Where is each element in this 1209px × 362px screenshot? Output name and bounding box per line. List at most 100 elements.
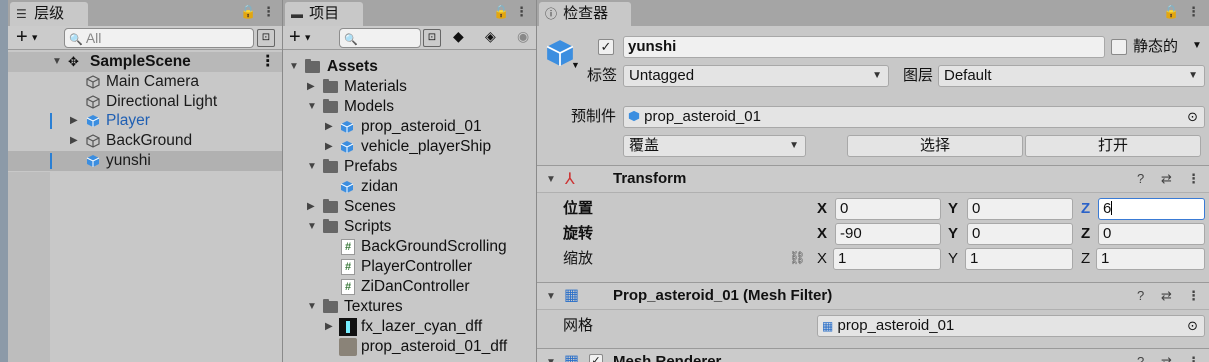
- tab-project[interactable]: ▬ 项目: [285, 2, 363, 26]
- transform-header[interactable]: ▼ ⅄ Transform ? ⇄ ⋮: [537, 165, 1209, 193]
- object-name-field[interactable]: yunshi: [623, 36, 1105, 58]
- mesh-renderer-header[interactable]: ▼ ▦ ✓ Mesh Renderer ? ⇄ ⋮: [537, 348, 1209, 362]
- tag-dropdown[interactable]: Untagged ▼: [623, 65, 889, 87]
- hierarchy-item-selected[interactable]: yunshi: [8, 151, 282, 171]
- hierarchy-item[interactable]: Main Camera: [8, 72, 282, 92]
- tab-hierarchy[interactable]: ☰ 层级: [10, 2, 88, 26]
- expand-arrow-icon[interactable]: ▼: [289, 57, 299, 77]
- component-help-icon[interactable]: ?: [1137, 171, 1152, 186]
- component-help-icon[interactable]: ?: [1137, 354, 1152, 362]
- more-options-icon[interactable]: ⋮: [1187, 4, 1200, 20]
- prefab-field[interactable]: prop_asteroid_01 ⊙: [623, 106, 1205, 128]
- mesh-renderer-enabled-checkbox[interactable]: ✓: [589, 354, 603, 362]
- collapse-arrow-icon[interactable]: ▶: [70, 131, 78, 151]
- create-button[interactable]: + ▼: [289, 26, 312, 49]
- position-y-label[interactable]: Y: [948, 198, 958, 220]
- foldout-arrow-icon[interactable]: ▼: [546, 357, 556, 362]
- project-folder[interactable]: ▼ Models: [283, 97, 536, 117]
- position-z-field[interactable]: 6: [1098, 198, 1205, 220]
- project-folder[interactable]: ▼ Scripts: [283, 217, 536, 237]
- project-folder[interactable]: ▼ Prefabs: [283, 157, 536, 177]
- lock-icon[interactable]: 🔒: [240, 4, 256, 20]
- rotation-y-field[interactable]: 0: [967, 223, 1073, 245]
- hierarchy-item[interactable]: ▶ Player: [8, 111, 282, 131]
- rotation-z-field[interactable]: 0: [1098, 223, 1205, 245]
- hierarchy-item[interactable]: ▶ BackGround: [8, 131, 282, 151]
- scale-z-label[interactable]: Z: [1081, 248, 1090, 270]
- project-root[interactable]: ▼ Assets: [283, 57, 536, 77]
- expand-arrow-icon[interactable]: ▼: [307, 97, 317, 117]
- expand-arrow-icon[interactable]: ▼: [307, 297, 317, 317]
- lock-icon[interactable]: 🔒: [493, 4, 509, 20]
- project-asset[interactable]: ▶ vehicle_playerShip: [283, 137, 536, 157]
- hidden-packages-icon[interactable]: ◉: [517, 28, 529, 45]
- mesh-field[interactable]: ▦ prop_asteroid_01 ⊙: [817, 315, 1205, 337]
- more-options-icon[interactable]: ⋮: [262, 4, 275, 20]
- collapse-arrow-icon[interactable]: ▶: [307, 197, 315, 217]
- search-mode-icon[interactable]: ⊡: [257, 29, 275, 47]
- project-asset[interactable]: prop_asteroid_01_dff: [283, 337, 536, 357]
- position-y-field[interactable]: 0: [967, 198, 1073, 220]
- static-checkbox[interactable]: [1111, 39, 1127, 55]
- project-asset[interactable]: zidan: [283, 177, 536, 197]
- rotation-y-label[interactable]: Y: [948, 223, 958, 245]
- position-z-label[interactable]: Z: [1081, 198, 1090, 220]
- project-asset[interactable]: ▶ fx_lazer_cyan_dff: [283, 317, 536, 337]
- position-x-label[interactable]: X: [817, 198, 827, 220]
- hierarchy-search-input[interactable]: 🔍 All: [64, 28, 254, 48]
- component-presets-icon[interactable]: ⇄: [1161, 288, 1180, 304]
- component-menu-icon[interactable]: ⋮: [1187, 354, 1208, 362]
- foldout-arrow-icon[interactable]: ▼: [546, 291, 556, 302]
- project-asset[interactable]: ▶ prop_asteroid_01: [283, 117, 536, 137]
- hierarchy-item[interactable]: Directional Light: [8, 92, 282, 112]
- more-options-icon[interactable]: ⋮: [515, 4, 528, 20]
- collapse-arrow-icon[interactable]: ▶: [325, 137, 333, 157]
- constrain-proportions-icon[interactable]: ⛓: [789, 250, 806, 266]
- search-mode-icon[interactable]: ⊡: [423, 29, 441, 47]
- scene-row[interactable]: ▼ ✥ SampleScene ⋮: [8, 52, 282, 72]
- foldout-arrow-icon[interactable]: ▼: [546, 174, 556, 185]
- project-search-input[interactable]: 🔍: [339, 28, 421, 48]
- component-presets-icon[interactable]: ⇄: [1161, 171, 1180, 187]
- select-button[interactable]: 选择: [847, 135, 1023, 157]
- filter-by-label-icon[interactable]: ◈: [485, 28, 496, 45]
- scale-x-field[interactable]: 1: [833, 248, 941, 270]
- mesh-filter-header[interactable]: ▼ ▦ Prop_asteroid_01 (Mesh Filter) ? ⇄ ⋮: [537, 282, 1209, 310]
- project-asset[interactable]: # PlayerController: [283, 257, 536, 277]
- active-checkbox[interactable]: ✓: [598, 39, 614, 55]
- component-help-icon[interactable]: ?: [1137, 288, 1152, 303]
- project-folder[interactable]: ▶ Materials: [283, 77, 536, 97]
- project-asset[interactable]: # ZiDanController: [283, 277, 536, 297]
- scale-y-field[interactable]: 1: [965, 248, 1073, 270]
- expand-arrow-icon[interactable]: ▼: [307, 157, 317, 177]
- collapse-arrow-icon[interactable]: ▶: [70, 111, 78, 131]
- object-picker-icon[interactable]: ⊙: [1187, 316, 1198, 336]
- filter-by-type-icon[interactable]: ◆: [453, 28, 464, 45]
- expand-arrow-icon[interactable]: ▼: [307, 217, 317, 237]
- static-dropdown-arrow-icon[interactable]: ▼: [1192, 40, 1202, 51]
- collapse-arrow-icon[interactable]: ▶: [325, 317, 333, 337]
- rotation-z-label[interactable]: Z: [1081, 223, 1090, 245]
- component-menu-icon[interactable]: ⋮: [1187, 171, 1208, 187]
- rotation-x-label[interactable]: X: [817, 223, 827, 245]
- project-folder[interactable]: ▼ Textures: [283, 297, 536, 317]
- layer-dropdown[interactable]: Default ▼: [938, 65, 1205, 87]
- collapse-arrow-icon[interactable]: ▶: [325, 117, 333, 137]
- scale-z-field[interactable]: 1: [1096, 248, 1205, 270]
- scene-menu-icon[interactable]: ⋮: [260, 52, 276, 72]
- overrides-dropdown[interactable]: 覆盖 ▼: [623, 135, 806, 157]
- open-button[interactable]: 打开: [1025, 135, 1201, 157]
- project-asset[interactable]: # BackGroundScrolling: [283, 237, 536, 257]
- project-folder[interactable]: ▶ Scenes: [283, 197, 536, 217]
- collapse-arrow-icon[interactable]: ▶: [307, 77, 315, 97]
- icon-dropdown-arrow-icon[interactable]: ▼: [571, 60, 580, 70]
- component-menu-icon[interactable]: ⋮: [1187, 288, 1208, 304]
- scale-x-label[interactable]: X: [817, 248, 827, 270]
- rotation-x-field[interactable]: -90: [835, 223, 941, 245]
- scale-y-label[interactable]: Y: [948, 248, 958, 270]
- tab-inspector[interactable]: ⓘ 检查器: [539, 2, 631, 26]
- position-x-field[interactable]: 0: [835, 198, 941, 220]
- object-picker-icon[interactable]: ⊙: [1187, 107, 1198, 127]
- lock-icon[interactable]: 🔒: [1163, 4, 1179, 20]
- create-button[interactable]: + ▼: [16, 26, 39, 49]
